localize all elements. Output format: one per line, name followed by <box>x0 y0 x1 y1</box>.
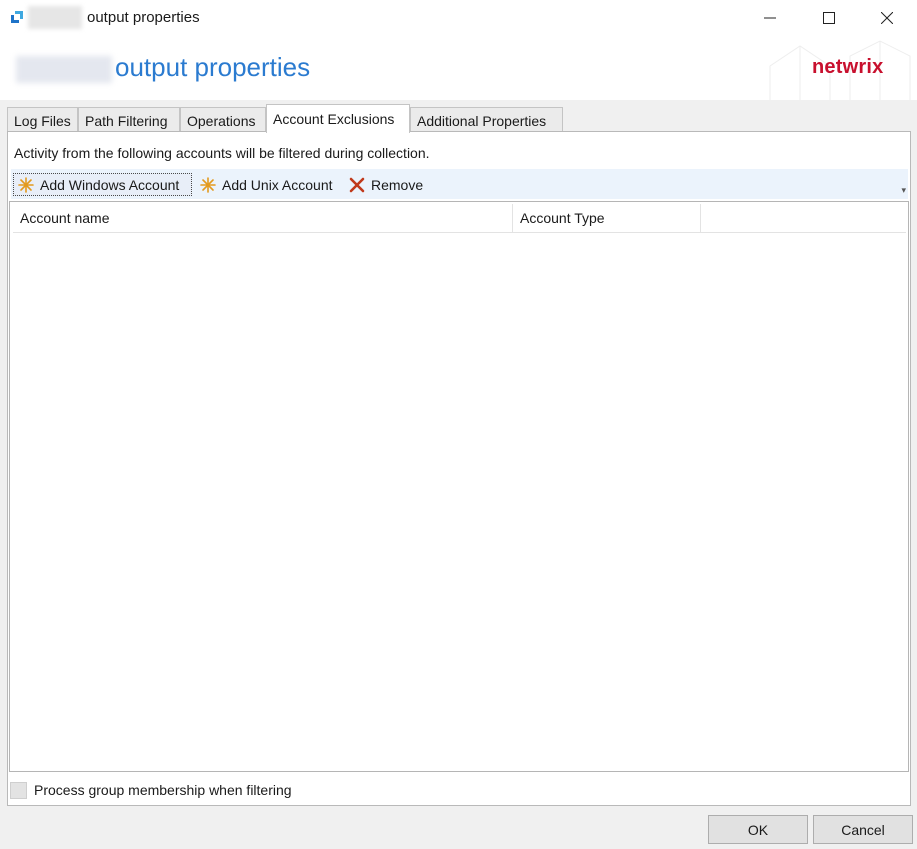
minimize-button[interactable] <box>741 0 799 36</box>
add-unix-account-label: Add Unix Account <box>222 176 333 193</box>
add-star-icon <box>200 176 216 193</box>
remove-label: Remove <box>371 176 424 193</box>
tab-path-filtering[interactable]: Path Filtering <box>78 107 180 133</box>
accounts-table[interactable]: Account name Account Type <box>9 201 909 772</box>
window-title: output properties <box>87 9 200 26</box>
maximize-button[interactable] <box>800 0 858 36</box>
title-redacted <box>28 6 82 29</box>
title-bar: output properties <box>0 0 917 36</box>
add-windows-account-button[interactable]: Add Windows Account <box>13 173 192 196</box>
tab-log-files[interactable]: Log Files <box>7 107 78 133</box>
ok-button[interactable]: OK <box>708 815 808 844</box>
header-title: output properties <box>115 52 311 82</box>
add-unix-account-button[interactable]: Add Unix Account <box>199 173 333 196</box>
header-banner: output properties netwrix <box>0 36 917 100</box>
remove-button[interactable]: Remove <box>348 173 423 196</box>
netwrix-logo: netwrix <box>812 56 884 78</box>
panel-description: Activity from the following accounts wil… <box>14 145 430 161</box>
process-group-label: Process group membership when filtering <box>34 782 292 798</box>
maximize-icon <box>823 12 835 24</box>
toolbar: Add Windows Account Add Unix Account Rem… <box>11 169 908 199</box>
cancel-button[interactable]: Cancel <box>813 815 913 844</box>
column-header-account-name[interactable]: Account name <box>13 204 513 233</box>
toolbar-overflow-icon[interactable]: ▾ <box>901 185 906 196</box>
add-star-icon <box>18 176 34 193</box>
tab-additional-properties[interactable]: Additional Properties <box>410 107 563 133</box>
header-redacted <box>16 56 112 83</box>
add-windows-account-label: Add Windows Account <box>40 176 180 193</box>
table-header: Account name Account Type <box>13 204 906 233</box>
tab-operations[interactable]: Operations <box>180 107 266 133</box>
app-icon <box>11 11 23 23</box>
remove-x-icon <box>349 177 365 192</box>
process-group-option[interactable]: Process group membership when filtering <box>10 779 292 801</box>
tab-account-exclusions[interactable]: Account Exclusions <box>266 104 410 133</box>
close-button[interactable] <box>858 0 916 36</box>
minimize-icon <box>764 17 776 19</box>
process-group-checkbox[interactable] <box>10 781 27 799</box>
account-exclusions-panel: Activity from the following accounts wil… <box>7 131 911 806</box>
column-header-account-type[interactable]: Account Type <box>513 204 701 233</box>
close-icon <box>881 12 893 24</box>
